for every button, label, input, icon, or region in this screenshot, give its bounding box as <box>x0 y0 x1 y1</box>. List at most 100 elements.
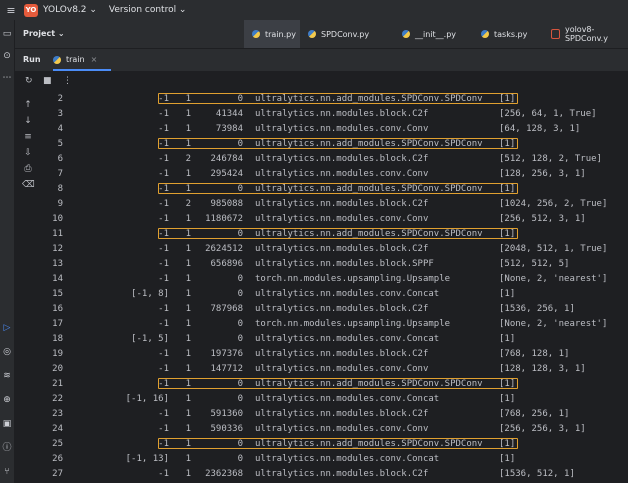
console-line: 17 -1 1 0 torch.nn.modules.upsampling.Upsamp… <box>41 317 628 331</box>
console-side-toolbar: ↑ ↓ ≡ ⇩ ⎙ ⌫ <box>15 92 41 483</box>
more-options-icon[interactable]: ⋮ <box>63 76 72 86</box>
line-n: 1 <box>185 454 191 464</box>
console-line: 8 -1 1 0 ultralytics.nn.add_modules.SPDConv.… <box>41 182 628 196</box>
line-n: 1 <box>185 109 191 119</box>
commit-icon[interactable]: ⊙ <box>1 50 13 62</box>
highlight-box <box>158 438 518 449</box>
console-line: 18 [-1, 5] 1 0 ultralytics.nn.modules.conv.C… <box>41 332 628 346</box>
line-n: 1 <box>185 259 191 269</box>
line-module: ultralytics.nn.modules.conv.Concat <box>255 289 440 299</box>
line-params: 0 <box>237 394 243 404</box>
scroll-up-icon[interactable]: ↑ <box>22 100 34 110</box>
line-from: -1 <box>158 169 169 179</box>
layers-icon[interactable]: ≋ <box>1 370 13 382</box>
line-ln: 2 <box>57 94 63 104</box>
more-icon[interactable]: ⋯ <box>1 72 13 84</box>
python-packages-icon[interactable]: ◎ <box>1 346 13 358</box>
console-output[interactable]: 2 -1 1 0 ultralytics.nn.add_modules.SPDConv.… <box>41 92 628 483</box>
line-from: -1 <box>158 379 169 389</box>
highlight-box <box>158 138 518 149</box>
line-params: 656896 <box>210 259 243 269</box>
line-ln: 26 <box>52 454 63 464</box>
console-line: 19 -1 1 197376 ultralytics.nn.modules.block.… <box>41 347 628 361</box>
folder-icon[interactable]: ▭ <box>1 28 13 40</box>
line-module: ultralytics.nn.modules.block.C2f <box>255 199 429 209</box>
line-args: [512, 128, 2, True] <box>499 154 602 164</box>
console-line: 9 -1 2 985088 ultralytics.nn.modules.block.C… <box>41 197 628 211</box>
line-ln: 19 <box>52 349 63 359</box>
run-tab-train[interactable]: train × <box>53 55 97 64</box>
line-module: ultralytics.nn.modules.block.SPPF <box>255 259 434 269</box>
run-toolbar: ↻ ■ ⋮ <box>15 72 628 92</box>
project-switcher[interactable]: YOLOv8.2 ⌄ <box>43 5 97 15</box>
trash-icon[interactable]: ⌫ <box>22 180 35 190</box>
print-icon[interactable]: ⎙ <box>22 164 34 174</box>
line-n: 1 <box>185 304 191 314</box>
console-line: 10 -1 1 1180672 ultralytics.nn.modules.conv.… <box>41 212 628 226</box>
line-params: 41344 <box>215 109 243 119</box>
line-module: ultralytics.nn.modules.conv.Conv <box>255 424 429 434</box>
terminal-icon[interactable]: ▣ <box>1 418 13 430</box>
console-line: 14 -1 1 0 torch.nn.modules.upsampling.Upsamp… <box>41 272 628 286</box>
git-icon[interactable]: ⑂ <box>1 466 13 478</box>
yaml-file-icon <box>551 29 560 39</box>
version-control-menu[interactable]: Version control ⌄ <box>109 5 187 15</box>
line-n: 1 <box>185 409 191 419</box>
python-file-icon <box>402 30 410 38</box>
highlight-box <box>158 228 518 239</box>
line-from: -1 <box>158 304 169 314</box>
line-params: 590336 <box>210 424 243 434</box>
line-params: 295424 <box>210 169 243 179</box>
line-args: [1] <box>499 394 516 404</box>
line-ln: 25 <box>52 439 63 449</box>
scroll-to-end-icon[interactable]: ⇩ <box>22 148 34 158</box>
soft-wrap-icon[interactable]: ≡ <box>22 132 34 142</box>
line-params: 1180672 <box>205 214 243 224</box>
line-from: -1 <box>158 229 169 239</box>
line-args: [256, 256, 3, 1] <box>499 424 586 434</box>
line-module: ultralytics.nn.modules.conv.Conv <box>255 214 429 224</box>
line-module: ultralytics.nn.modules.conv.Conv <box>255 124 429 134</box>
console-line: 24 -1 1 590336 ultralytics.nn.modules.conv.C… <box>41 422 628 436</box>
console-line: 22 [-1, 16] 1 0 ultralytics.nn.modules.conv.… <box>41 392 628 406</box>
line-module: ultralytics.nn.modules.block.C2f <box>255 154 429 164</box>
tab-train-py[interactable]: train.py <box>244 20 300 48</box>
line-module: ultralytics.nn.modules.block.C2f <box>255 244 429 254</box>
line-from: -1 <box>158 184 169 194</box>
rerun-icon[interactable]: ↻ <box>25 76 33 86</box>
line-module: ultralytics.nn.modules.block.C2f <box>255 304 429 314</box>
line-ln: 18 <box>52 334 63 344</box>
main-menu-icon[interactable]: ≡ <box>0 4 22 17</box>
tab-yolov8-spdconv-yaml[interactable]: yolov8-SPDConv.y <box>551 20 628 48</box>
run-icon[interactable]: ▷ <box>1 322 13 334</box>
line-params: 0 <box>237 454 243 464</box>
console-line: 3 -1 1 41344 ultralytics.nn.modules.block.C2… <box>41 107 628 121</box>
close-icon[interactable]: × <box>91 55 98 64</box>
stop-icon[interactable]: ■ <box>43 76 52 86</box>
problems-icon[interactable]: ⓘ <box>1 442 13 454</box>
line-from: -1 <box>158 469 169 479</box>
line-n: 1 <box>185 274 191 284</box>
run-window-title: Run <box>23 55 41 64</box>
line-n: 1 <box>185 319 191 329</box>
line-args: [256, 512, 3, 1] <box>499 214 586 224</box>
project-panel-toggle[interactable]: Project ⌄ <box>23 29 65 38</box>
line-params: 591360 <box>210 409 243 419</box>
line-args: [768, 256, 1] <box>499 409 570 419</box>
line-ln: 23 <box>52 409 63 419</box>
tab-tasks-py[interactable]: tasks.py <box>481 20 527 48</box>
tab-spdconv-py[interactable]: SPDConv.py <box>308 20 369 48</box>
line-from: -1 <box>158 124 169 134</box>
line-module: ultralytics.nn.modules.conv.Concat <box>255 334 440 344</box>
console-line: 16 -1 1 787968 ultralytics.nn.modules.block.… <box>41 302 628 316</box>
services-icon[interactable]: ⊕ <box>1 394 13 406</box>
line-ln: 8 <box>57 184 63 194</box>
line-params: 2362368 <box>205 469 243 479</box>
line-params: 0 <box>237 319 243 329</box>
line-n: 1 <box>185 124 191 134</box>
line-params: 147712 <box>210 364 243 374</box>
scroll-down-icon[interactable]: ↓ <box>22 116 34 126</box>
line-module: ultralytics.nn.modules.conv.Conv <box>255 169 429 179</box>
tab-init-py[interactable]: __init__.py <box>402 20 456 48</box>
line-args: [768, 128, 1] <box>499 349 570 359</box>
